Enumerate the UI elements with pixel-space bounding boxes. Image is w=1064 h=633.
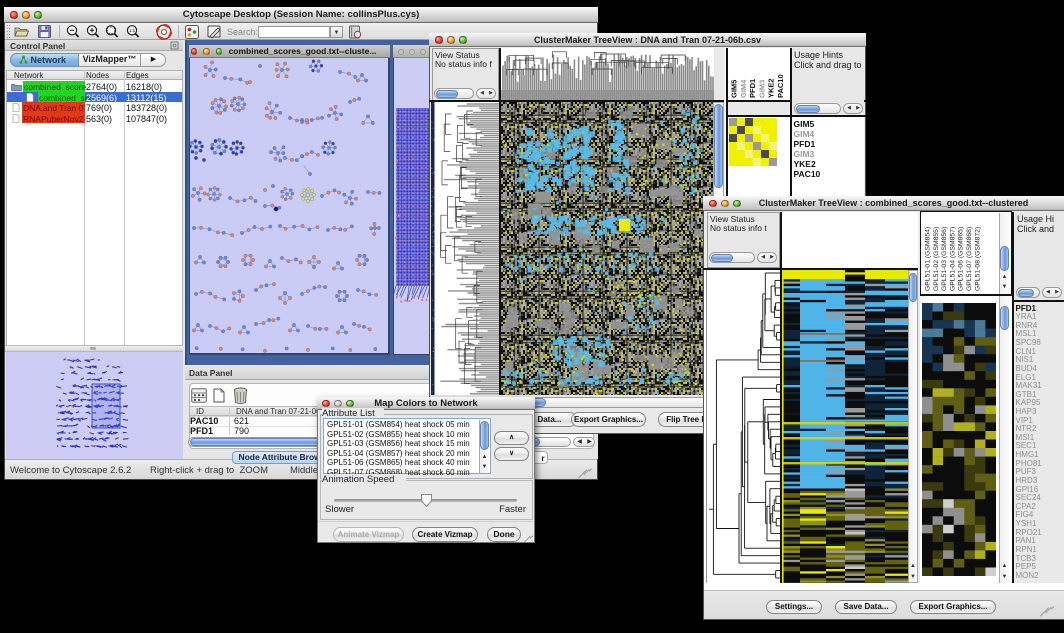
svg-text:GPL51-06 (GSM865): GPL51-06 (GSM865) <box>958 227 965 291</box>
svg-text:GIM3: GIM3 <box>757 80 766 98</box>
svg-text:1:1: 1:1 <box>129 28 136 33</box>
svg-text:GPL51-03 (GSM856): GPL51-03 (GSM856) <box>941 227 948 291</box>
svg-text:GIM5: GIM5 <box>729 80 738 98</box>
svg-text:GPL51-07 (GSM868): GPL51-07 (GSM868) <box>966 227 973 291</box>
svg-text:GPL51-08 (GSM872): GPL51-08 (GSM872) <box>974 227 981 291</box>
svg-text:GPL51-02 (GSM855): GPL51-02 (GSM855) <box>933 227 940 291</box>
svg-text:GPL51-04 (GSM857): GPL51-04 (GSM857) <box>949 227 956 291</box>
svg-text:PFD1: PFD1 <box>748 79 757 98</box>
svg-text:PAC10: PAC10 <box>776 74 785 98</box>
svg-text:GPL51-01 (GSM854): GPL51-01 (GSM854) <box>925 227 932 291</box>
svg-text:GIM4: GIM4 <box>738 79 747 98</box>
svg-text:YKE2: YKE2 <box>766 78 775 98</box>
